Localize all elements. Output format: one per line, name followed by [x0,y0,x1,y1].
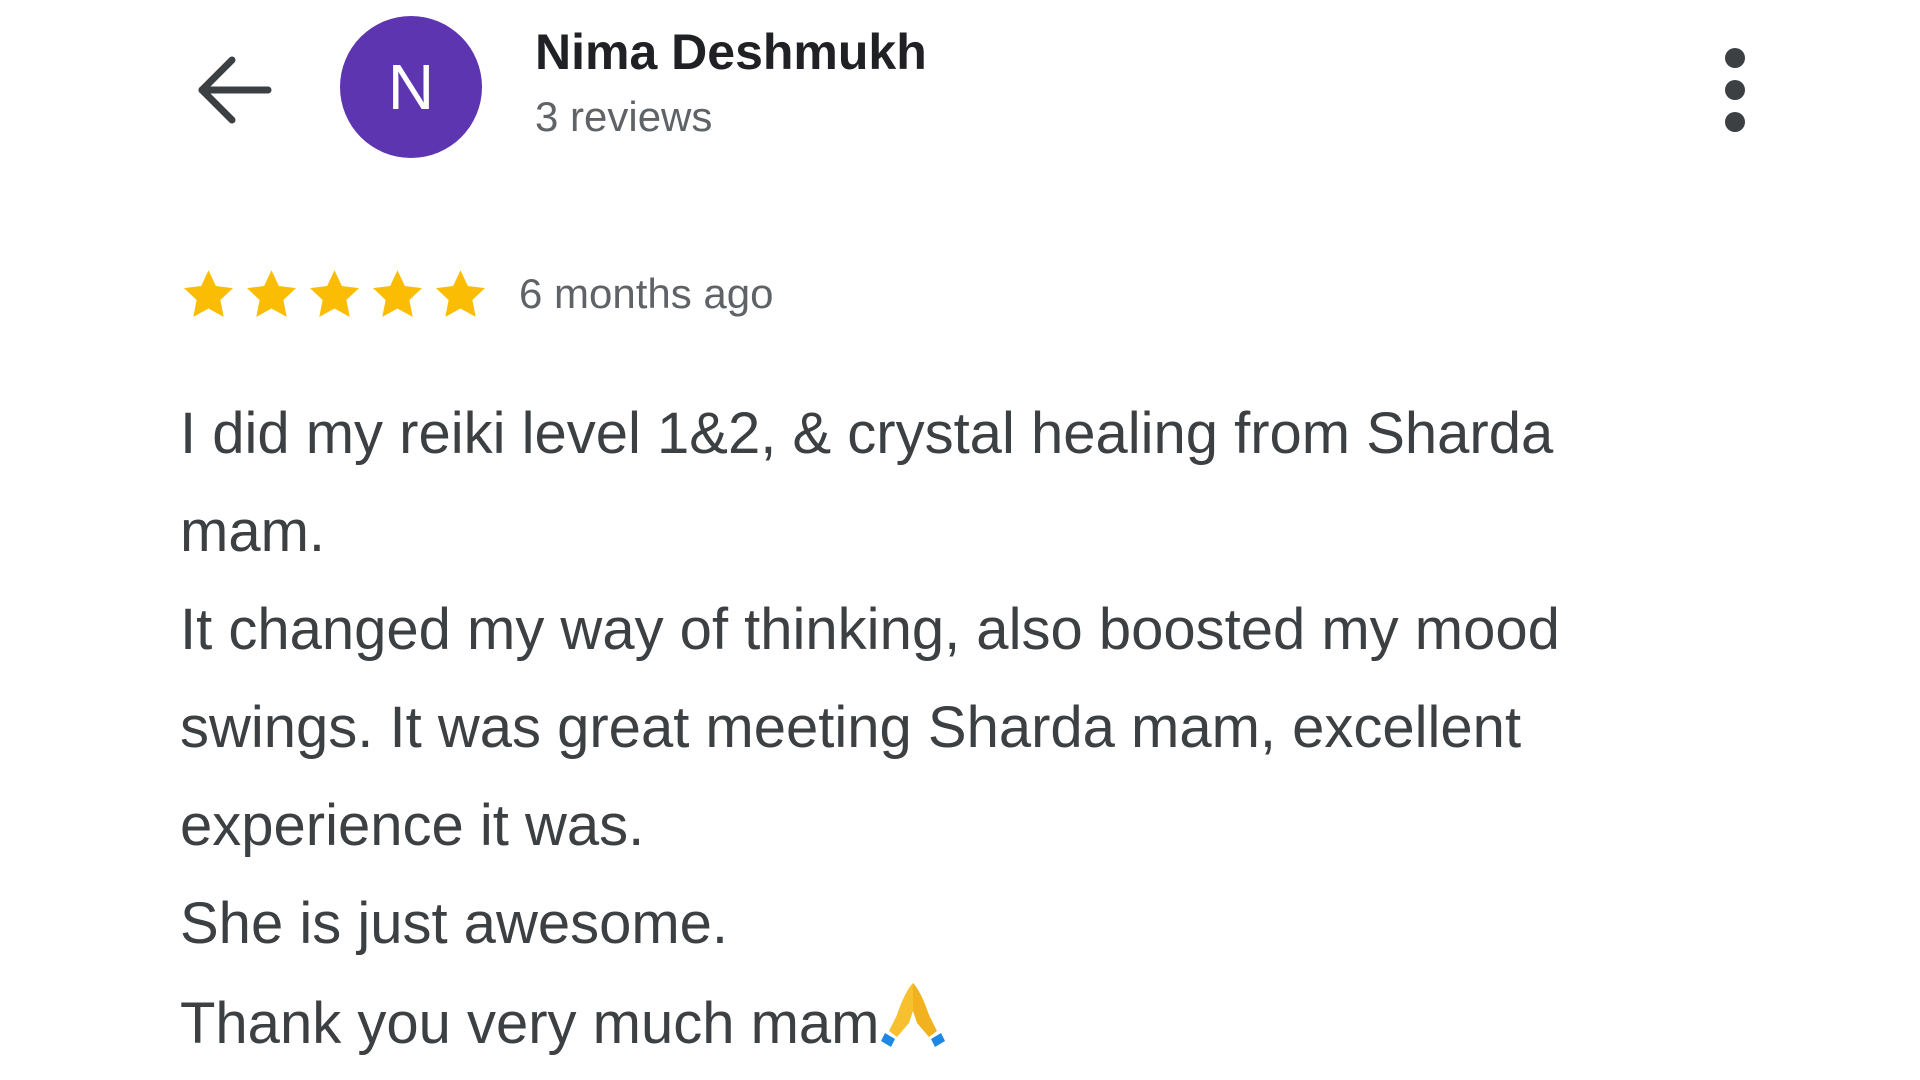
review-line: I did my reiki level 1&2, & crystal heal… [180,401,1554,466]
star-icon [373,269,422,317]
star-icon [184,269,233,317]
star-icon [436,269,485,317]
review-line: She is just awesome. [180,891,729,956]
review-line: It changed my way of thinking, also boos… [180,597,1560,662]
folded-hands-emoji [881,983,946,1047]
avatar[interactable]: N [340,16,482,158]
rating-row: 6 months ago [180,262,774,326]
star-icon [310,269,359,317]
review-text: I did my reiki level 1&2, & crystal heal… [180,385,1780,1073]
review-screen: N Nima Deshmukh 3 reviews 6 months ago I… [0,0,1920,1080]
review-date: 6 months ago [519,270,774,317]
more-vertical-icon [1725,48,1745,132]
review-line: experience it was. [180,793,645,858]
star-icon [247,269,296,317]
arrow-left-icon [198,56,272,124]
reviewer-name[interactable]: Nima Deshmukh [535,22,927,82]
more-options-button[interactable] [1700,40,1770,140]
back-button[interactable] [188,45,278,135]
review-line: swings. It was great meeting Sharda mam,… [180,695,1522,760]
star-rating [180,266,489,323]
review-line: mam. [180,499,325,564]
review-line-closing: Thank you very much mam [180,973,1780,1073]
review-line-text: Thank you very much mam [180,991,880,1056]
review-count: 3 reviews [535,93,713,140]
reviewer-header: N Nima Deshmukh 3 reviews [0,0,1920,190]
